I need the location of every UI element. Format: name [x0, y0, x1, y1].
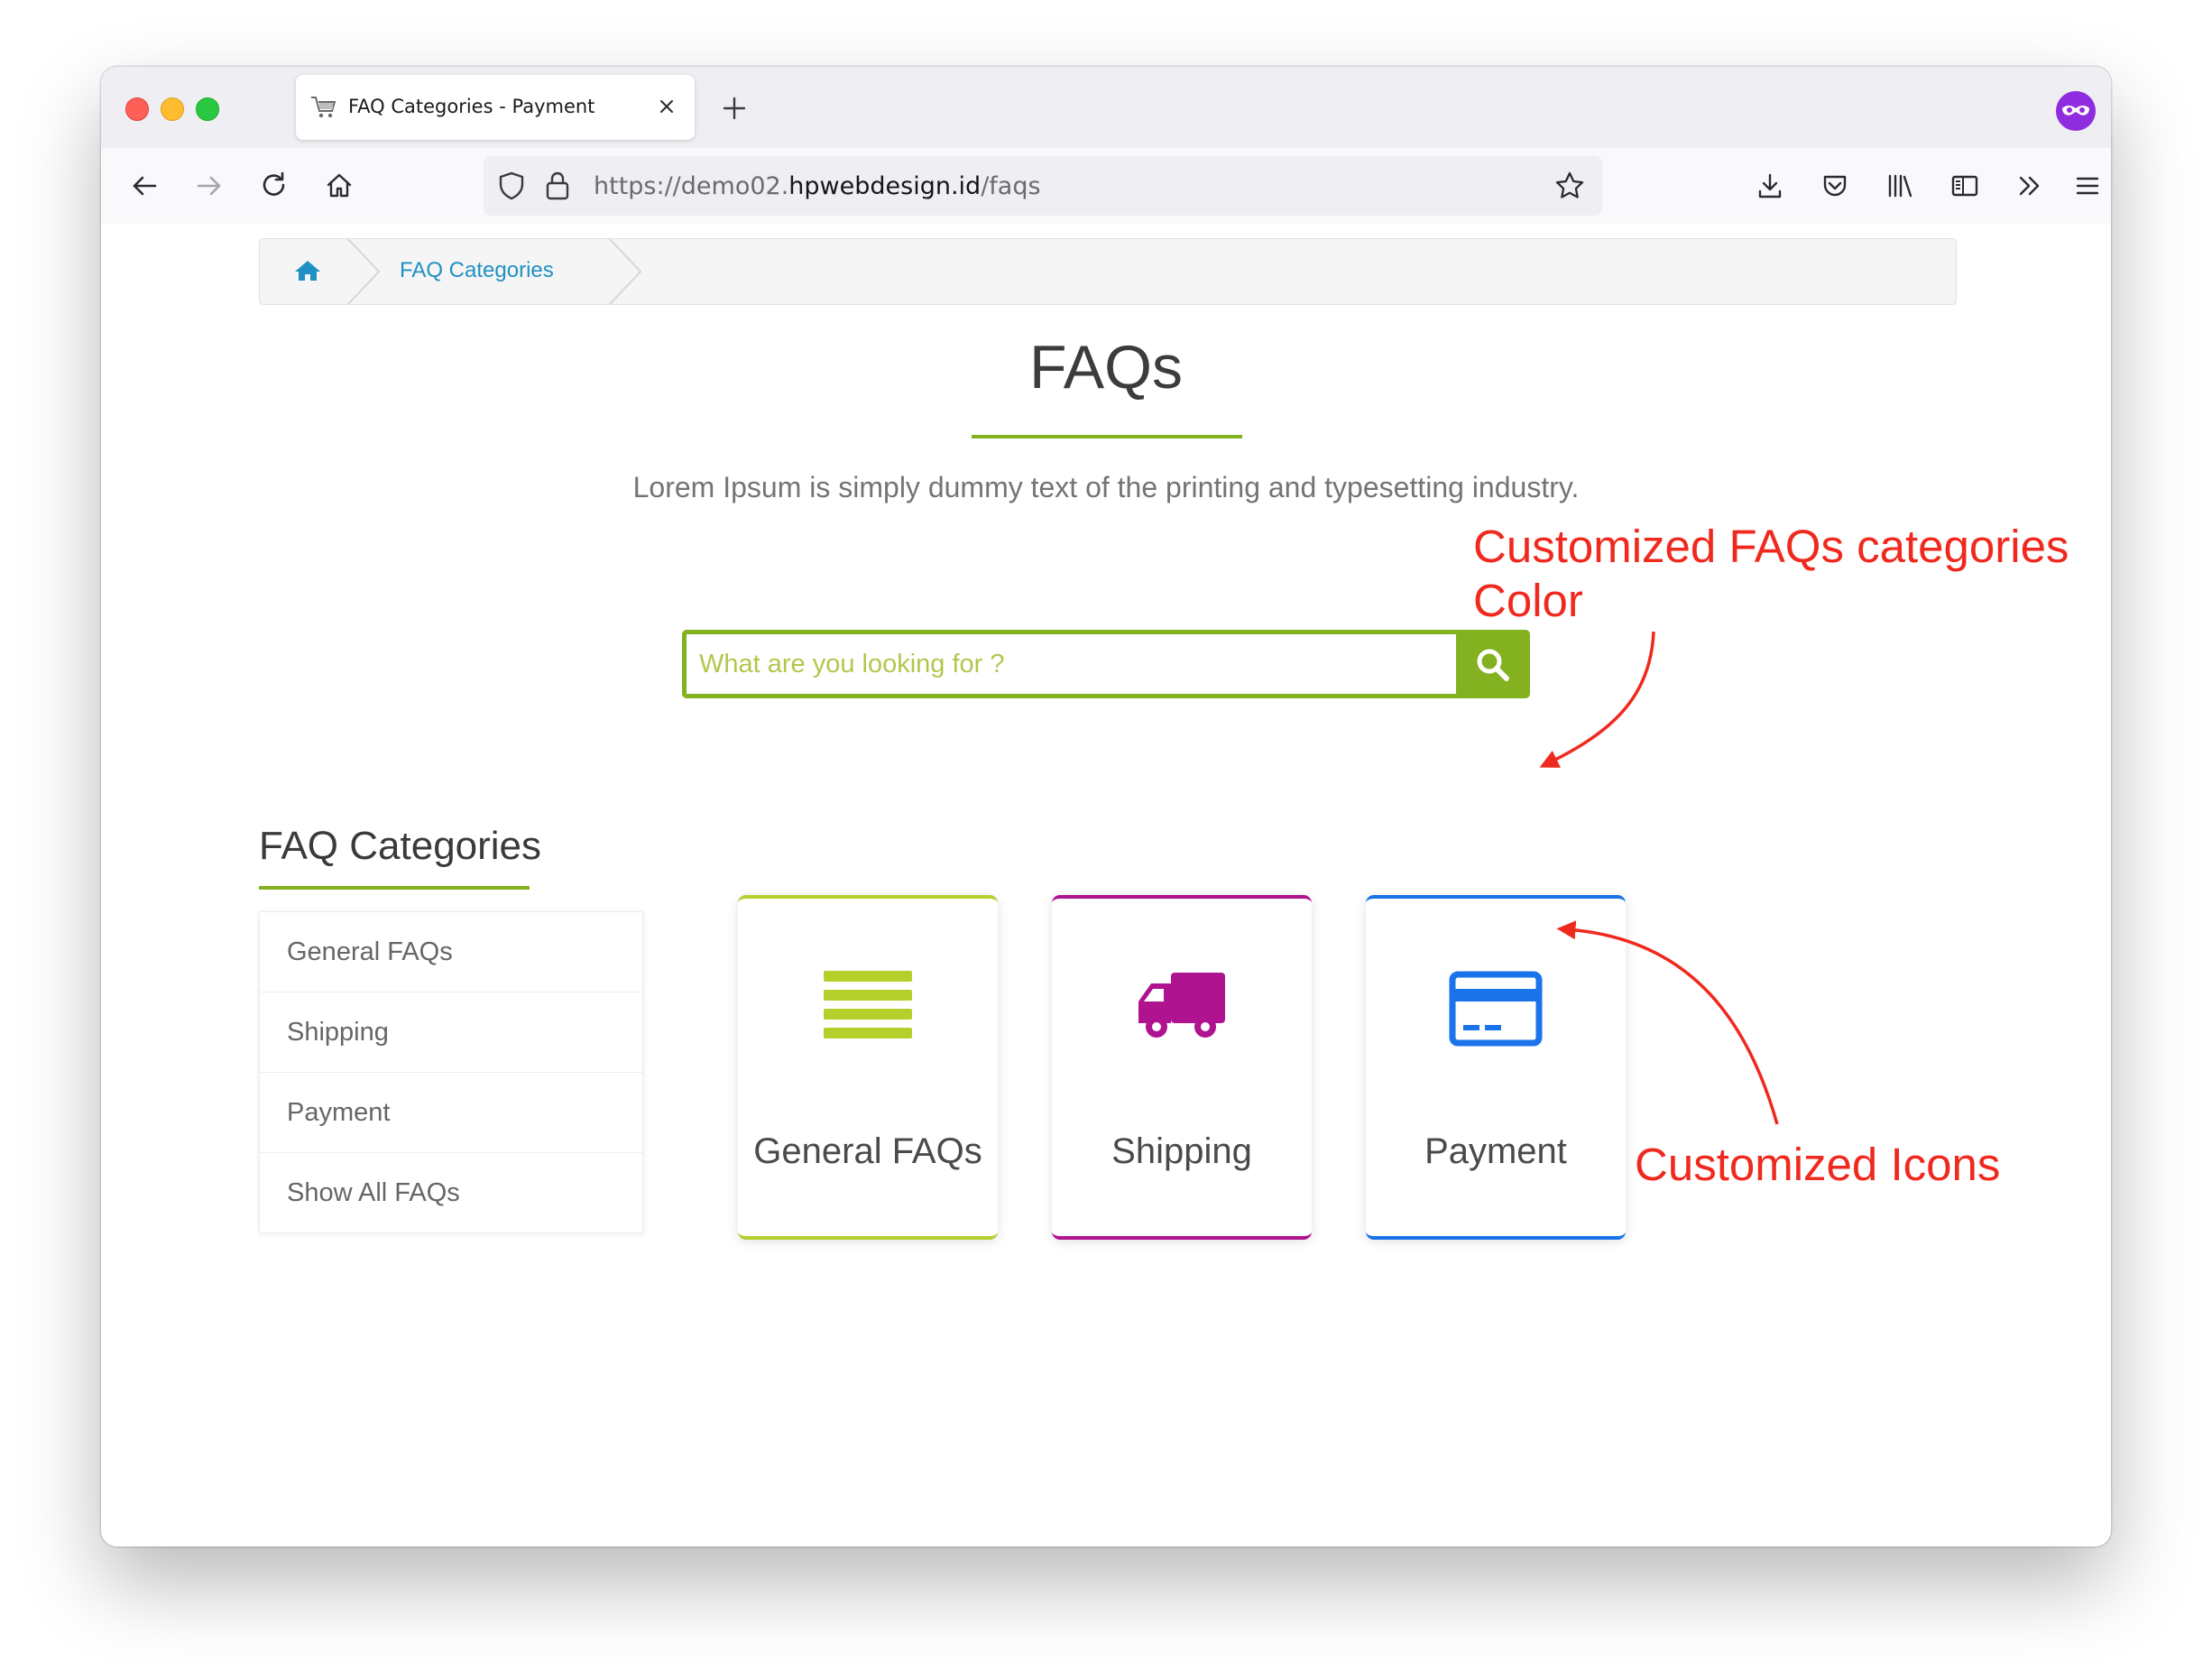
category-card-general-faqs[interactable]: General FAQs [738, 895, 998, 1240]
minimize-window-button[interactable] [161, 97, 184, 121]
page-subtitle: Lorem Ipsum is simply dummy text of the … [632, 471, 1580, 503]
search-input[interactable] [687, 634, 1453, 694]
bars-icon [824, 971, 912, 1038]
card-icon-wrap [1366, 971, 1626, 1061]
annotation-icons: Customized Icons [1635, 1139, 2001, 1190]
browser-window: FAQ Categories - Payment https://demo02.… [101, 67, 2111, 1546]
card-label: General FAQs [753, 1131, 982, 1171]
home-icon[interactable] [294, 259, 321, 282]
sidebar-heading: FAQ Categories [259, 824, 542, 868]
cart-icon [311, 97, 336, 118]
search-box [682, 630, 1530, 698]
url-prefix: https://demo02. [594, 172, 789, 200]
category-item-shipping[interactable]: Shipping [260, 992, 642, 1073]
title-underline [972, 435, 1242, 438]
breadcrumb: FAQ Categories [259, 238, 1957, 305]
breadcrumb-link-faq-categories[interactable]: FAQ Categories [400, 258, 554, 283]
category-card-shipping[interactable]: Shipping [1052, 895, 1312, 1240]
category-list: General FAQs Shipping Payment Show All F… [259, 911, 643, 1233]
lock-icon[interactable] [543, 170, 572, 202]
tab-title: FAQ Categories - Payment [348, 96, 595, 117]
reload-icon[interactable] [258, 170, 290, 202]
tab-strip: FAQ Categories - Payment [101, 67, 2111, 148]
credit-card-icon [1449, 971, 1543, 1047]
annotation-line-2: Color [1473, 575, 1583, 626]
close-window-button[interactable] [125, 97, 149, 121]
category-card-payment[interactable]: Payment [1366, 895, 1626, 1240]
private-mask-icon[interactable] [2055, 90, 2097, 132]
truck-icon [1138, 973, 1225, 1038]
overflow-chevrons-icon[interactable] [2014, 170, 2046, 202]
breadcrumb-chevron [609, 239, 642, 304]
search-button[interactable] [1456, 630, 1530, 698]
tab-active[interactable]: FAQ Categories - Payment [296, 75, 695, 140]
search-icon [1477, 649, 1509, 681]
page-title: FAQs [1028, 333, 1184, 402]
url-path: /faqs [981, 172, 1041, 200]
new-tab-icon[interactable] [720, 94, 749, 123]
url-text[interactable]: https://demo02.hpwebdesign.id/faqs [594, 172, 1041, 200]
url-domain: hpwebdesign.id [788, 172, 982, 200]
shield-icon[interactable] [496, 171, 527, 201]
card-label: Payment [1424, 1131, 1567, 1171]
back-arrow-icon[interactable] [128, 170, 161, 202]
sidebar-icon[interactable] [1949, 170, 1981, 202]
category-item-general-faqs[interactable]: General FAQs [260, 912, 642, 992]
page-content: FAQ Categories FAQs Lorem Ipsum is simpl… [101, 224, 2111, 1546]
zoom-window-button[interactable] [196, 97, 219, 121]
pocket-icon[interactable] [1819, 170, 1851, 202]
library-icon[interactable] [1884, 170, 1916, 202]
navigation-toolbar: https://demo02.hpwebdesign.id/faqs [101, 148, 2111, 225]
sidebar-heading-underline [259, 886, 530, 890]
card-icon-wrap [738, 971, 998, 1061]
card-label: Shipping [1111, 1131, 1252, 1171]
annotation-line-1: Customized FAQs categories [1473, 521, 2069, 572]
hamburger-menu-icon[interactable] [2071, 170, 2104, 202]
home-icon[interactable] [323, 170, 355, 202]
url-bar[interactable]: https://demo02.hpwebdesign.id/faqs [484, 156, 1602, 216]
category-item-payment[interactable]: Payment [260, 1073, 642, 1153]
card-icon-wrap [1052, 971, 1312, 1061]
annotation-categories-color: Customized FAQs categories Color [1473, 520, 2069, 628]
download-icon[interactable] [1754, 170, 1786, 202]
forward-arrow-icon[interactable] [193, 170, 226, 202]
breadcrumb-chevron [347, 239, 381, 304]
bookmark-star-icon[interactable] [1553, 170, 1586, 202]
close-tab-icon[interactable] [655, 95, 678, 118]
category-item-show-all[interactable]: Show All FAQs [260, 1153, 642, 1232]
